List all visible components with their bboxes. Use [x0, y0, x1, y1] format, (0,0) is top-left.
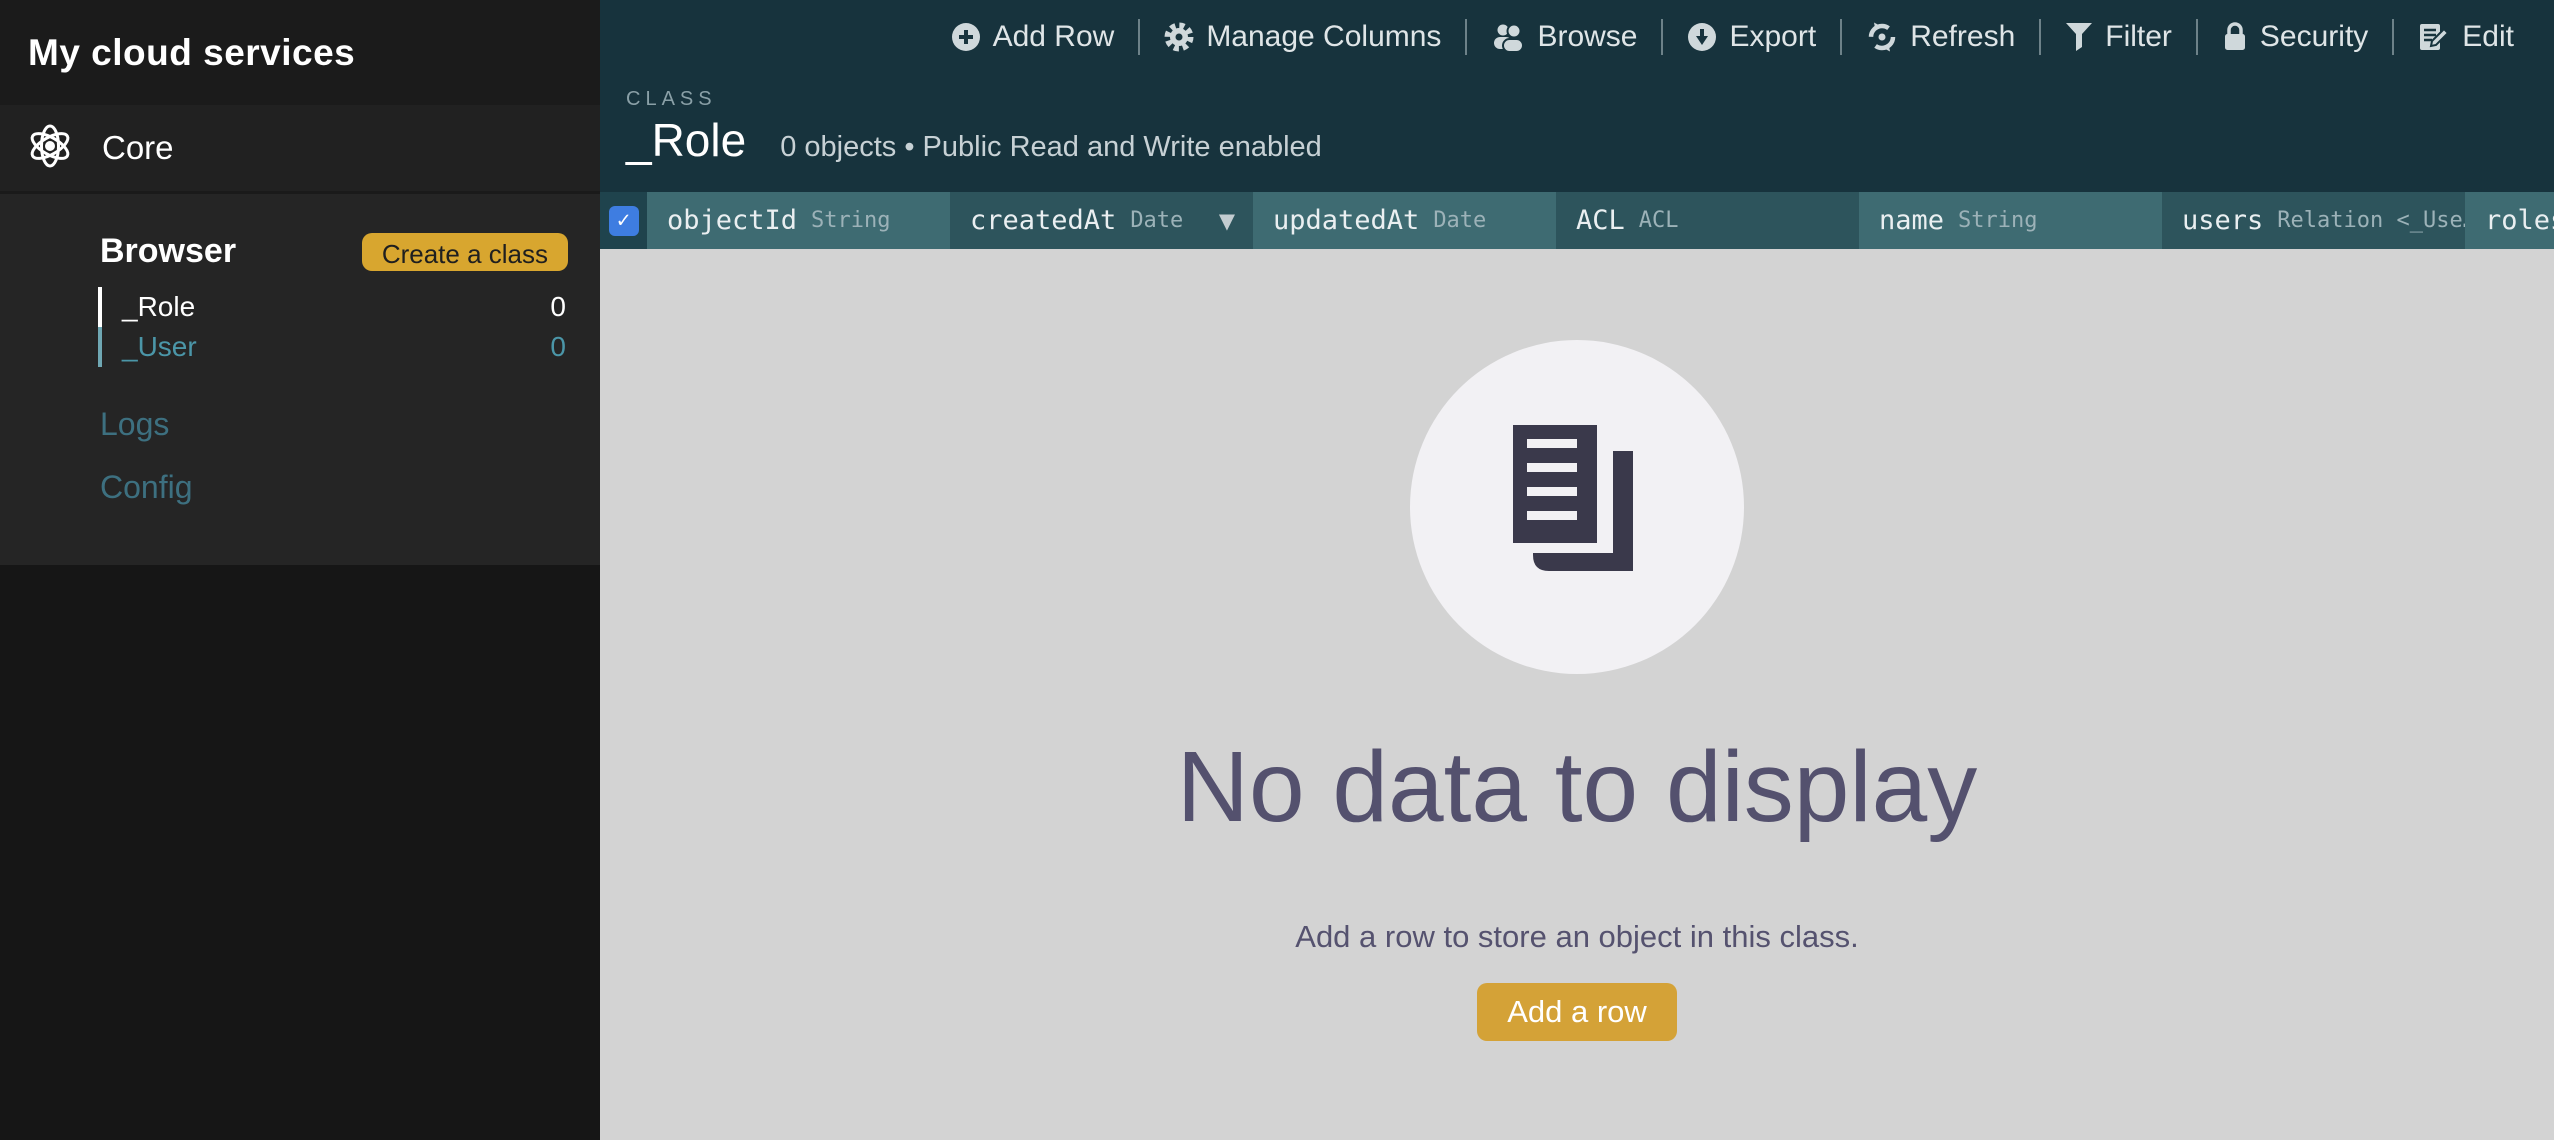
- sidebar-class-user[interactable]: _User 0: [98, 327, 600, 367]
- toolbar: Add Row Manage Columns Browse: [600, 0, 2554, 74]
- column-name: updatedAt: [1273, 205, 1419, 236]
- top-header-block: Add Row Manage Columns Browse: [600, 0, 2554, 249]
- sidebar-class-role[interactable]: _Role 0: [98, 287, 600, 327]
- column-type: Relation <_Use…: [2277, 208, 2465, 233]
- column-name: roles: [2485, 205, 2554, 236]
- class-count: 0: [550, 331, 566, 363]
- empty-state-title: No data to display: [1177, 730, 1978, 845]
- sidebar-item-core[interactable]: Core: [0, 105, 600, 191]
- lock-icon: [2222, 21, 2248, 53]
- select-all-cell: ✓: [600, 192, 647, 249]
- empty-state-circle: [1410, 340, 1744, 674]
- column-header-updatedat[interactable]: updatedAt Date: [1253, 192, 1556, 249]
- toolbar-separator: [2392, 19, 2394, 55]
- class-title: _Role: [626, 113, 746, 167]
- column-type: Date: [1130, 208, 1183, 233]
- app-title: My cloud services: [28, 32, 355, 74]
- toolbar-label: Export: [1729, 20, 1816, 54]
- toolbar-label: Manage Columns: [1206, 20, 1441, 54]
- column-name: objectId: [667, 205, 797, 236]
- main-panel: Add Row Manage Columns Browse: [600, 0, 2554, 1140]
- column-type: String: [811, 208, 890, 233]
- browser-section: Browser Create a class _Role 0 _User 0 L…: [0, 191, 600, 565]
- table-header: ✓ objectId String createdAt Date ▼ updat…: [600, 192, 2554, 249]
- empty-state-subtitle: Add a row to store an object in this cla…: [1295, 919, 1858, 955]
- toolbar-label: Add Row: [993, 20, 1115, 54]
- class-kicker: CLASS: [626, 88, 2554, 111]
- toolbar-label: Filter: [2105, 20, 2172, 54]
- app-window: My cloud services Core Browser Create a …: [0, 0, 2554, 1140]
- app-title-block: My cloud services: [0, 0, 600, 105]
- class-list: _Role 0 _User 0: [0, 287, 600, 367]
- refresh-icon: [1866, 21, 1898, 53]
- column-name: ACL: [1576, 205, 1625, 236]
- select-all-checkbox[interactable]: ✓: [609, 206, 639, 236]
- browser-title: Browser: [100, 232, 236, 271]
- toolbar-separator: [1138, 19, 1140, 55]
- security-button[interactable]: Security: [2222, 20, 2368, 54]
- manage-columns-button[interactable]: Manage Columns: [1164, 20, 1441, 54]
- column-type: Date: [1433, 208, 1486, 233]
- create-class-button[interactable]: Create a class: [362, 233, 568, 271]
- plus-circle-icon: [951, 22, 981, 52]
- core-label: Core: [102, 129, 174, 167]
- column-type: String: [1958, 208, 2037, 233]
- toolbar-separator: [1661, 19, 1663, 55]
- column-name: name: [1879, 205, 1944, 236]
- column-header-createdat[interactable]: createdAt Date ▼: [950, 192, 1253, 249]
- edit-doc-icon: [2418, 21, 2450, 53]
- refresh-button[interactable]: Refresh: [1866, 20, 2015, 54]
- download-circle-icon: [1687, 22, 1717, 52]
- browse-button[interactable]: Browse: [1491, 20, 1637, 54]
- toolbar-label: Security: [2260, 20, 2368, 54]
- class-meta: 0 objects • Public Read and Write enable…: [780, 131, 1322, 164]
- atom-icon: [26, 122, 74, 175]
- column-header-name[interactable]: name String: [1859, 192, 2162, 249]
- toolbar-label: Refresh: [1910, 20, 2015, 54]
- column-name: createdAt: [970, 205, 1116, 236]
- toolbar-separator: [2196, 19, 2198, 55]
- class-count: 0: [550, 291, 566, 323]
- class-name: _Role: [122, 291, 195, 323]
- edit-button[interactable]: Edit: [2418, 20, 2514, 54]
- toolbar-separator: [2039, 19, 2041, 55]
- column-header-objectid[interactable]: objectId String: [647, 192, 950, 249]
- gear-icon: [1164, 22, 1194, 52]
- filter-button[interactable]: Filter: [2065, 20, 2172, 54]
- toolbar-separator: [1465, 19, 1467, 55]
- column-header-users[interactable]: users Relation <_Use…: [2162, 192, 2465, 249]
- export-button[interactable]: Export: [1687, 20, 1816, 54]
- column-header-acl[interactable]: ACL ACL: [1556, 192, 1859, 249]
- users-icon: [1491, 22, 1525, 52]
- sidebar: My cloud services Core Browser Create a …: [0, 0, 600, 1140]
- toolbar-label: Edit: [2462, 20, 2514, 54]
- documents-icon: [1509, 425, 1645, 590]
- toolbar-label: Browse: [1537, 20, 1637, 54]
- class-name: _User: [122, 331, 197, 363]
- column-type: ACL: [1639, 208, 1679, 233]
- funnel-icon: [2065, 22, 2093, 52]
- add-a-row-button[interactable]: Add a row: [1477, 983, 1677, 1041]
- sidebar-item-config[interactable]: Config: [0, 456, 600, 519]
- column-header-roles[interactable]: roles: [2465, 192, 2554, 249]
- add-row-button[interactable]: Add Row: [951, 20, 1115, 54]
- class-header: CLASS _Role 0 objects • Public Read and …: [600, 88, 2554, 167]
- sidebar-item-logs[interactable]: Logs: [0, 393, 600, 456]
- empty-state: No data to display Add a row to store an…: [600, 249, 2554, 1140]
- toolbar-separator: [1840, 19, 1842, 55]
- column-name: users: [2182, 205, 2263, 236]
- sort-desc-icon: ▼: [1219, 209, 1235, 233]
